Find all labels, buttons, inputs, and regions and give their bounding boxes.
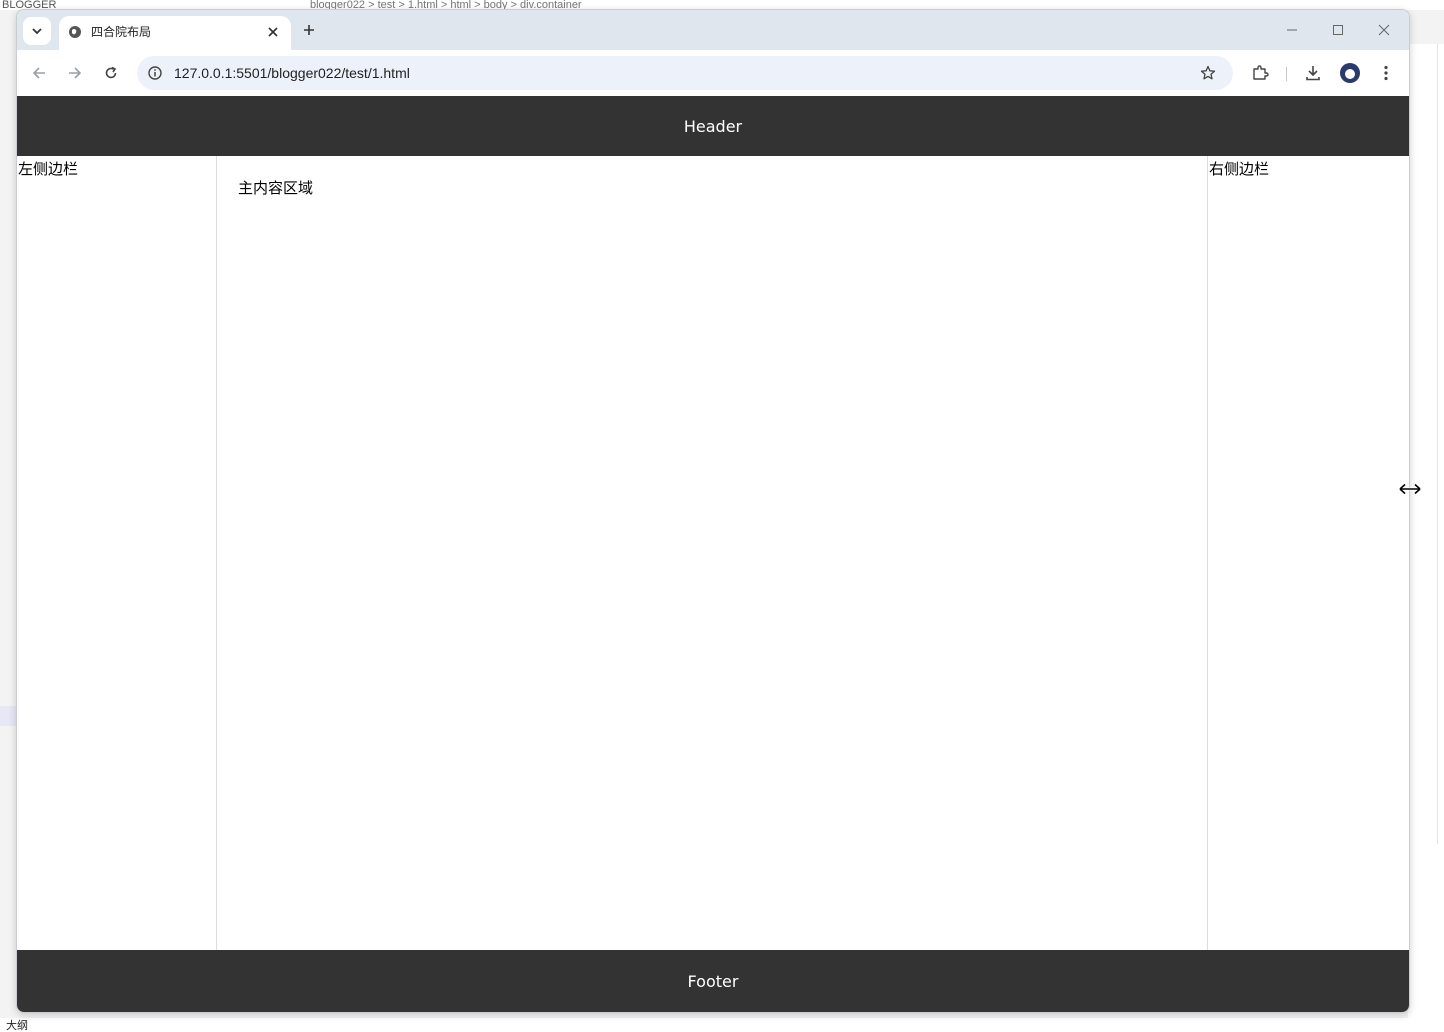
star-icon <box>1200 65 1216 80</box>
url-text[interactable]: 127.0.0.1:5501/blogger022/test/1.html <box>174 65 410 81</box>
globe-icon <box>67 24 83 40</box>
avatar <box>1340 63 1360 83</box>
minimize-button[interactable] <box>1280 18 1304 42</box>
right-sidebar: 右侧边栏 <box>1207 156 1409 950</box>
tab-search-button[interactable] <box>23 17 51 45</box>
arrow-left-icon <box>32 67 45 79</box>
editor-selection-mark <box>0 706 16 726</box>
address-bar[interactable]: 127.0.0.1:5501/blogger022/test/1.html <box>137 56 1233 90</box>
new-tab-button[interactable] <box>299 20 319 40</box>
close-icon <box>1378 24 1390 36</box>
toolbar-separator <box>1286 67 1287 81</box>
editor-right-area <box>1408 44 1444 1018</box>
reload-button[interactable] <box>99 61 123 85</box>
more-vertical-icon <box>1384 65 1388 81</box>
close-icon <box>268 27 278 37</box>
arrow-right-icon <box>69 67 82 79</box>
back-button[interactable] <box>27 61 51 85</box>
forward-button[interactable] <box>63 61 87 85</box>
editor-divider <box>1437 44 1438 844</box>
main-content-label: 主内容区域 <box>238 179 314 197</box>
bookmark-star-button[interactable] <box>1199 64 1217 82</box>
editor-bottom-bar <box>0 1018 1444 1032</box>
tab-title: 四合院布局 <box>91 25 152 39</box>
tab-strip: 四合院布局 <box>17 10 1409 50</box>
browser-window: 四合院布局 127.0.0.1:5501/blogger022/test/1.h… <box>16 9 1410 1013</box>
main-content: 主内容区域 <box>217 156 1207 950</box>
puzzle-icon <box>1253 65 1269 80</box>
resize-cursor-icon <box>1398 483 1422 495</box>
left-sidebar: 左侧边栏 <box>17 156 217 950</box>
browser-toolbar: 127.0.0.1:5501/blogger022/test/1.html <box>17 50 1409 96</box>
tab-close-button[interactable] <box>265 24 281 40</box>
downloads-button[interactable] <box>1301 61 1325 85</box>
page-header: Header <box>17 96 1409 156</box>
chevron-down-icon <box>32 28 42 35</box>
left-sidebar-label: 左侧边栏 <box>18 160 79 178</box>
extensions-button[interactable] <box>1248 61 1272 85</box>
minimize-icon <box>1287 29 1297 31</box>
outline-label: 大纲 <box>6 1020 28 1032</box>
menu-button[interactable] <box>1374 61 1398 85</box>
reload-icon <box>105 66 117 79</box>
window-close-button[interactable] <box>1372 18 1396 42</box>
tab-active[interactable]: 四合院布局 <box>59 16 291 50</box>
page-footer: Footer <box>17 950 1409 1012</box>
right-sidebar-label: 右侧边栏 <box>1209 160 1270 178</box>
maximize-icon <box>1333 25 1343 35</box>
profile-button[interactable] <box>1338 61 1362 85</box>
plus-icon <box>304 25 314 35</box>
page-viewport: Header 左侧边栏 主内容区域 右侧边栏 Footer <box>17 96 1409 1012</box>
maximize-button[interactable] <box>1326 18 1350 42</box>
info-icon[interactable] <box>147 65 163 81</box>
download-icon <box>1306 66 1320 81</box>
